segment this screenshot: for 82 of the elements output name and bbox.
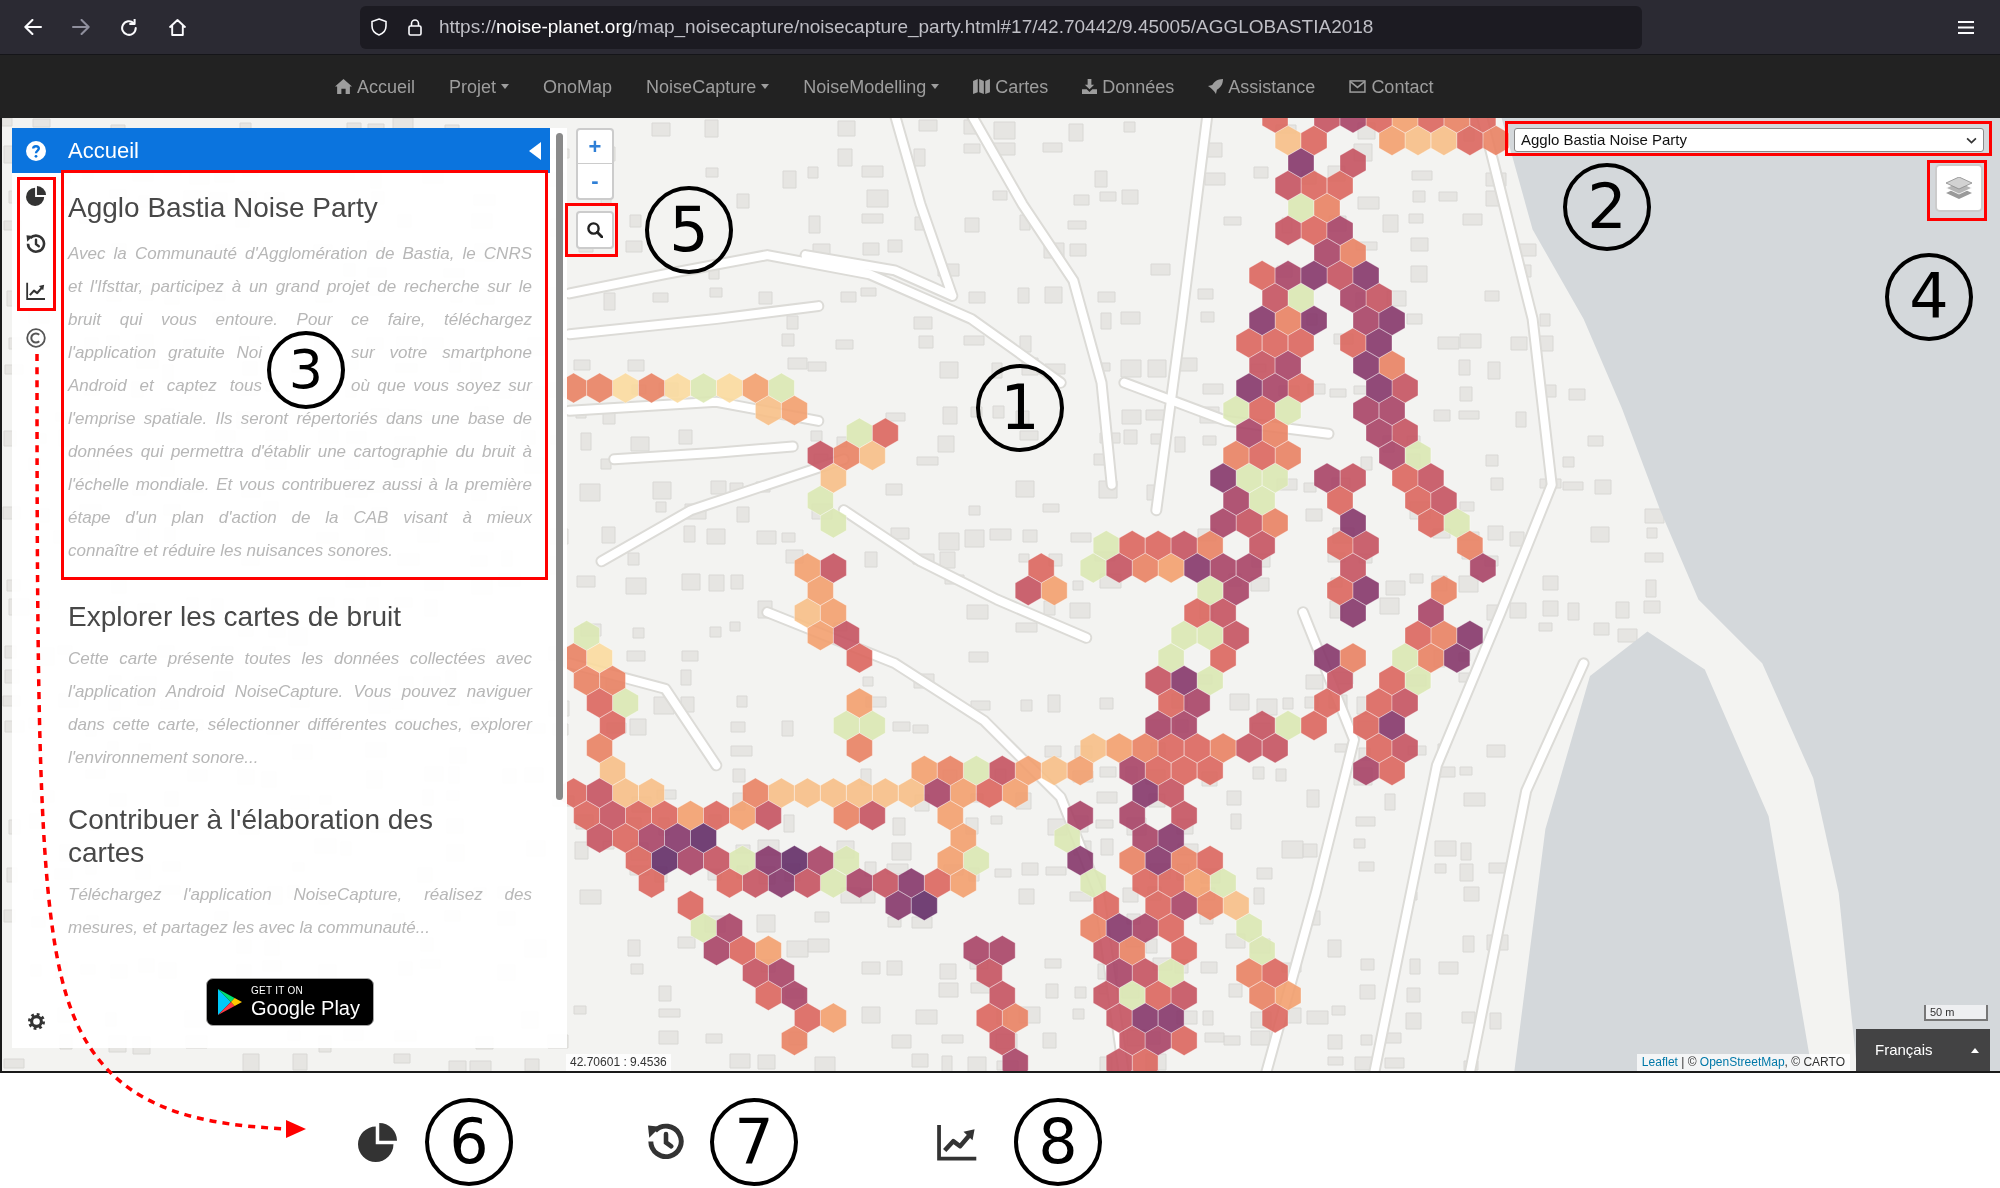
paragraph-line: Avec la Communauté d'Agglomération de Bastia, le CNRS	[68, 243, 532, 265]
callout-number: 1	[976, 364, 1064, 452]
section-text: Cette carte présente toutes les données collectées avec l'application Android NoiseCapture. Vous pouvez naviguer dans cette carte, sélectionner différentes couches, explorer l'environnement sonore...	[68, 648, 532, 769]
section-text: Téléchargez l'application NoiseCapture, réalisez des mesures, et partagez les avec la communauté...	[68, 884, 532, 939]
home-icon	[335, 79, 352, 94]
caret-down-icon	[501, 84, 510, 89]
settings-icon[interactable]	[27, 1013, 45, 1030]
copyright-icon[interactable]	[26, 328, 46, 348]
caret-up-icon	[1971, 1047, 1979, 1053]
line-chart-icon	[937, 1123, 978, 1161]
history-icon[interactable]	[26, 234, 46, 254]
chevron-down-icon	[1966, 136, 1977, 144]
callout-number: 3	[267, 331, 345, 409]
nav-link[interactable]: OnoMap	[543, 74, 613, 99]
nav-link[interactable]: Données	[1082, 74, 1175, 99]
callout-number: 2	[1563, 163, 1651, 251]
language-select[interactable]: Français	[1856, 1029, 1990, 1071]
attribution-link[interactable]: OpenStreetMap	[1699, 1055, 1785, 1069]
layers-icon	[1946, 177, 1972, 199]
paragraph-line: données qui permettra d'établir une cartographie du bruit à	[68, 441, 532, 463]
home-icon	[168, 18, 186, 36]
paragraph-line: Android et captez tous	[68, 375, 262, 397]
triangle-left-icon[interactable]	[529, 141, 541, 160]
paragraph-line: et l'Ifsttar, participez à un grand projet de recherche sur le	[68, 276, 532, 298]
callout-number: 4	[1885, 253, 1973, 341]
map-icon	[973, 79, 991, 94]
zoom-out-button[interactable]: -	[578, 164, 612, 198]
sidebar-title: Accueil	[68, 137, 139, 164]
scrollbar[interactable]	[556, 133, 563, 800]
attribution-link[interactable]: Leaflet	[1641, 1055, 1678, 1069]
arrow-right-icon	[72, 19, 90, 35]
paragraph-line: étape d'un plan d'action de la CAB visant à mieux	[68, 507, 532, 529]
search-icon	[587, 222, 603, 238]
nav-dropdown[interactable]: NoiseModelling	[803, 74, 940, 99]
paragraph-line: sur votre smartphone	[351, 342, 532, 364]
paragraph-line: l'emprise spatiale. Ils seront répertoriés dans une base de	[68, 408, 532, 430]
play-triangle-icon	[218, 989, 242, 1015]
caret-down-icon	[761, 84, 770, 89]
nav-link[interactable]: Assistance	[1208, 74, 1316, 99]
paragraph-line: l'échelle mondiale. Et vous contribuerez aussi à la première	[68, 474, 532, 496]
history-icon	[647, 1123, 685, 1161]
attribution-text: Leaflet | © OpenStreetMap, © CARTO	[1636, 1054, 1850, 1071]
callout-number: 8	[1014, 1098, 1102, 1186]
scale-bar: 50 m	[1924, 1005, 1988, 1021]
nav-link[interactable]: Cartes	[973, 74, 1049, 99]
paragraph-line: l'application gratuite Noi	[68, 342, 262, 364]
nav-dropdown[interactable]: Projet	[449, 74, 510, 99]
address-bar[interactable]: https://noise-planet.org/map_noisecapture/noisecapture_party.html#17/42.70442/9.45005/AGGLOBASTIA2018	[360, 5, 1642, 49]
highlight-frame	[565, 203, 618, 257]
nav-link[interactable]: Accueil	[335, 74, 416, 99]
paragraph-line: bruit qui vous entoure. Pour ce faire, téléchargez	[68, 309, 532, 331]
coordinates-label: 42.70601 : 9.4536	[566, 1054, 671, 1071]
search-button[interactable]	[576, 211, 614, 249]
envelope-icon	[1349, 80, 1367, 93]
layer-select[interactable]: Agglo Bastia Noise Party	[1514, 128, 1984, 152]
lock-icon[interactable]	[408, 18, 422, 36]
highlight-frame	[1927, 160, 1987, 221]
line-chart-icon[interactable]	[26, 282, 46, 300]
pie-chart-icon[interactable]	[26, 186, 46, 206]
nav-dropdown[interactable]: NoiseCapture	[646, 74, 770, 99]
pie-chart-icon	[358, 1122, 397, 1162]
section-heading: Contribuer à l'élaboration des cartes	[68, 803, 434, 869]
rocket-icon	[1208, 79, 1224, 94]
menu-icon[interactable]	[1958, 20, 1974, 34]
help-icon[interactable]	[26, 140, 46, 161]
callout-number: 7	[710, 1098, 798, 1186]
caret-down-icon	[931, 84, 940, 89]
google-play-badge[interactable]: GET IT ON Google Play	[206, 978, 374, 1026]
section-heading: Agglo Bastia Noise Party	[68, 191, 379, 224]
paragraph-line: où que vous soyez sur	[351, 375, 532, 397]
shield-icon[interactable]	[371, 18, 387, 36]
nav-link[interactable]: Contact	[1349, 74, 1434, 99]
layers-button[interactable]	[1935, 164, 1983, 212]
reload-icon	[120, 18, 138, 36]
section-heading: Explorer les cartes de bruit	[68, 600, 403, 633]
paragraph-line: connaître et réduire les nuisances sonores.	[68, 540, 395, 562]
download-icon	[1082, 79, 1098, 94]
zoom-in-button[interactable]: +	[578, 130, 612, 164]
url-text: https://noise-planet.org/map_noisecapture/noisecapture_party.html#17/42.70442/9.45005/AGGLOBASTIA2018	[439, 15, 1374, 39]
callout-number: 6	[425, 1098, 513, 1186]
arrow-left-icon	[24, 19, 42, 35]
callout-number: 5	[645, 186, 733, 274]
